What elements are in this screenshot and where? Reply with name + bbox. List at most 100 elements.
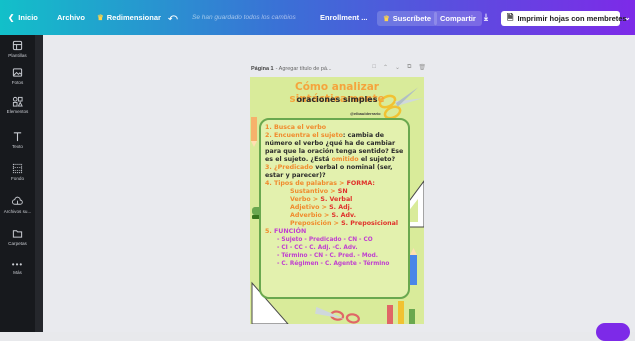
sidebar-label: Más	[13, 270, 22, 275]
design-subtitle: oraciones simples	[296, 95, 378, 104]
step-text: 3. ¿	[265, 164, 278, 171]
sidebar-item-archivos[interactable]: Archivos su...	[0, 196, 35, 214]
function-line: - C. Régimen - C. Agente - Término	[277, 261, 390, 267]
step-text: es el sujeto. ¿Está	[265, 156, 332, 163]
step-text: el sujeto?	[358, 156, 396, 163]
top-toolbar: ❮ Inicio Archivo ♛ Redimensionar ⤺ Se ha…	[0, 0, 635, 35]
sidebar-label: Plantillas	[8, 53, 27, 58]
text-icon	[13, 132, 22, 142]
step-line: 3. ¿Predicado verbal o nominal (ser,	[265, 164, 405, 172]
back-home-label: Inicio	[18, 13, 38, 22]
crown-icon: ♛	[383, 14, 390, 23]
page-label: Página 1	[251, 66, 274, 72]
design-page[interactable]: Cómo analizar sintácticamente oraciones …	[250, 77, 424, 324]
scissors-icon	[315, 306, 360, 324]
subscribe-label: Suscríbete	[392, 14, 432, 23]
trash-icon[interactable]: 🗑	[418, 64, 426, 71]
step-text: 1. Busca el	[265, 124, 306, 131]
resize-label: Redimensionar	[106, 13, 161, 22]
sidebar-item-plantillas[interactable]: Plantillas	[0, 40, 35, 58]
download-icon[interactable]: ⤓	[484, 0, 488, 35]
sidebar-label: Fondo	[10, 176, 25, 181]
design-handle: @elbaulderrario	[350, 111, 381, 116]
step-keyword: omitido	[331, 156, 359, 163]
form-word: Adverbio >	[290, 212, 332, 219]
share-button[interactable]: Compartir	[434, 11, 482, 26]
step-keyword: FORMA:	[346, 180, 375, 187]
step-line: es el sujeto. ¿Está omitido el sujeto?	[265, 156, 405, 164]
step-line: 2. Encuentra el sujeto: cambia de	[265, 132, 405, 140]
step-line: número el verbo ¿qué ha de cambiar	[265, 140, 396, 147]
print-label: Imprimir hojas con membretes	[517, 14, 627, 23]
form-line: Sustantivo > SN	[265, 188, 405, 196]
form-phrase: S. Adj.	[329, 204, 353, 211]
step-keyword: verbo	[305, 124, 327, 131]
pencil-icon	[410, 248, 417, 285]
form-phrase: S. Verbal	[320, 196, 353, 203]
more-icon: •••	[11, 260, 24, 269]
resize-button[interactable]: ♛ Redimensionar	[97, 0, 161, 35]
sidebar-label: Carpetas	[8, 241, 27, 246]
back-home-button[interactable]: ❮ Inicio	[8, 0, 38, 35]
form-line: Adjetivo > S. Adj.	[265, 204, 405, 212]
help-bubble-button[interactable]	[596, 323, 630, 341]
sidebar-label: Texto	[12, 144, 23, 149]
step-line: 1. Busca el verbo	[265, 124, 405, 132]
chevron-up-icon[interactable]: ⌃	[383, 64, 388, 71]
document-icon: 🗎	[507, 12, 514, 22]
pencil-icon	[387, 301, 415, 324]
form-line: Verbo > S. Verbal	[265, 196, 405, 204]
duplicate-icon[interactable]: ⧉	[407, 64, 411, 71]
form-line: Adverbio > S. Adv.	[265, 212, 405, 220]
form-word: Preposición >	[290, 220, 342, 227]
saved-status: Se han guardado todos los cambios	[192, 14, 296, 21]
sidebar-item-fotos[interactable]: Fotos	[0, 67, 35, 85]
step-text: : cambia de	[342, 132, 385, 139]
function-line: - Término - CN - C. Pred. - Mod.	[277, 253, 378, 259]
step-line: estar y parecer)?	[265, 172, 326, 179]
side-panel-strip	[35, 35, 43, 332]
left-sidebar: Plantillas Fotos Elementos Texto Fondo A…	[0, 35, 35, 332]
chevron-down-icon[interactable]: ⌄	[395, 64, 400, 71]
sidebar-item-elementos[interactable]: Elementos	[0, 96, 35, 114]
sidebar-item-mas[interactable]: ••• Más	[0, 260, 35, 275]
form-word: Sustantivo >	[290, 188, 338, 195]
sidebar-item-carpetas[interactable]: Carpetas	[0, 228, 35, 246]
chevron-down-icon[interactable]: ⌄	[624, 0, 631, 35]
step-keyword: FUNCIÓN	[273, 228, 307, 235]
sidebar-item-texto[interactable]: Texto	[0, 131, 35, 149]
page-header: Página 1 - Agregar título de pá... □ ⌃ ⌄…	[251, 64, 426, 74]
templates-icon	[12, 40, 23, 51]
step-line: para que la oración tenga sentido? Ese	[265, 148, 404, 155]
sidebar-label: Archivos su...	[3, 209, 32, 214]
page-title-input[interactable]: - Agregar título de pá...	[276, 66, 332, 72]
form-phrase: S. Preposicional	[341, 220, 399, 227]
step-line: 5. FUNCIÓN	[265, 228, 405, 236]
photos-icon	[12, 68, 23, 77]
form-phrase: S. Adv.	[331, 212, 356, 219]
form-word: Verbo >	[290, 196, 321, 203]
form-phrase: SN	[337, 188, 348, 195]
function-line: - CI - CC - C. Adj. -C. Adv.	[277, 245, 358, 251]
elements-icon	[12, 96, 23, 107]
archivo-menu[interactable]: Archivo	[57, 0, 85, 35]
crown-icon: ♛	[97, 13, 104, 22]
print-button[interactable]: 🗎 Imprimir hojas con membretes	[501, 11, 627, 26]
subscribe-button[interactable]: ♛ Suscríbete	[377, 11, 438, 26]
step-text: 4. Tipos de palabras >	[265, 180, 347, 187]
step-text: verbal o nominal (ser,	[313, 164, 393, 171]
sidebar-label: Fotos	[11, 80, 24, 85]
notes-icon[interactable]: □	[372, 64, 376, 71]
function-line: - Sujeto - Predicado - CN - CO	[277, 237, 373, 243]
step-line: 4. Tipos de palabras > FORMA:	[265, 180, 405, 188]
uploads-icon	[12, 196, 23, 205]
sidebar-item-fondo[interactable]: Fondo	[0, 163, 35, 181]
step-text: 2. Encuentra el	[265, 132, 321, 139]
form-word: Adjetivo >	[290, 204, 330, 211]
form-line: Preposición > S. Preposicional	[265, 220, 405, 228]
enrollment-button[interactable]: Enrollment ...	[320, 0, 368, 35]
background-icon	[12, 163, 23, 174]
step-keyword: sujeto	[320, 132, 343, 139]
undo-icon[interactable]: ⤺	[168, 0, 178, 35]
pencil-icon	[251, 117, 257, 147]
